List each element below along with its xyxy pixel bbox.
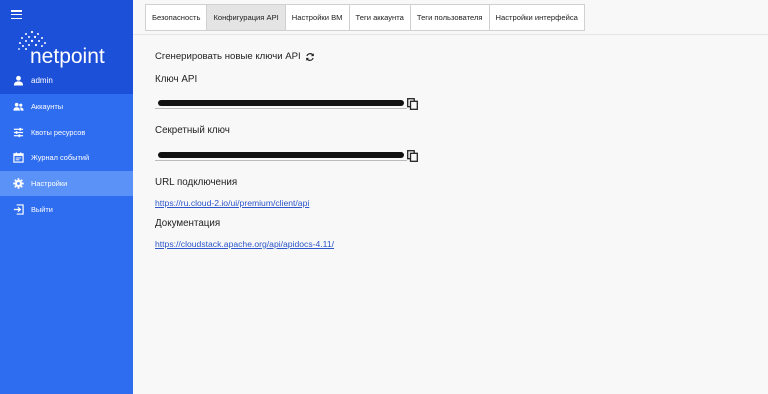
tab-vm-settings[interactable]: Настройки ВМ — [286, 5, 350, 30]
sidebar-item-logout[interactable]: Выйти — [0, 196, 133, 222]
user-name: admin — [31, 75, 53, 85]
sidebar-item-accounts[interactable]: Аккаунты — [0, 94, 133, 120]
tab-account-tags[interactable]: Теги аккаунта — [350, 5, 411, 30]
api-key-redaction — [158, 100, 404, 106]
svg-text:netpoint: netpoint — [30, 45, 105, 68]
users-icon — [13, 101, 24, 112]
menu-icon[interactable] — [11, 10, 22, 20]
copy-icon[interactable] — [407, 150, 418, 162]
sidebar-item-quotas[interactable]: Квоты ресурсов — [0, 120, 133, 146]
calendar-icon — [13, 152, 24, 164]
sidebar-item-settings[interactable]: Настройки — [0, 170, 133, 197]
sidebar-item-label: Настройки — [31, 179, 68, 189]
sidebar-nav: Аккаунты Квоты ресурсов Журнал событий Н… — [0, 94, 133, 222]
api-key-field[interactable] — [155, 98, 407, 109]
sidebar: netpoint admin Аккаунты Квоты ресурсов Ж… — [0, 0, 133, 394]
generate-keys-label: Сгенерировать новые ключи API — [155, 51, 301, 62]
refresh-icon — [305, 52, 314, 61]
sidebar-item-label: Аккаунты — [31, 102, 64, 112]
sidebar-item-label: Квоты ресурсов — [31, 127, 86, 137]
docs-link[interactable]: https://cloudstack.apache.org/api/apidoc… — [155, 239, 334, 249]
sidebar-item-events[interactable]: Журнал событий — [0, 145, 133, 171]
logout-icon — [13, 203, 24, 215]
copy-icon[interactable] — [407, 98, 418, 110]
sidebar-item-label: Выйти — [31, 204, 53, 214]
api-key-label: Ключ API — [155, 74, 198, 85]
api-url-link[interactable]: https://ru.cloud-2.io/ui/premium/client/… — [155, 198, 309, 208]
secret-key-redaction — [158, 152, 404, 158]
netpoint-logo: netpoint — [18, 30, 105, 68]
docs-label: Документация — [155, 218, 221, 229]
generate-keys-button[interactable]: Сгенерировать новые ключи API — [155, 51, 315, 62]
gear-icon — [13, 178, 24, 189]
user-icon — [13, 75, 24, 86]
header-divider — [133, 34, 768, 35]
sidebar-item-label: Журнал событий — [31, 153, 90, 163]
tab-interface-settings[interactable]: Настройки интерфейса — [490, 5, 584, 30]
tab-user-tags[interactable]: Теги пользователя — [411, 5, 490, 30]
tab-security[interactable]: Безопасность — [146, 5, 208, 30]
settings-tabs: Безопасность Конфигурация API Настройки … — [145, 4, 585, 31]
tab-api-config[interactable]: Конфигурация API — [207, 5, 286, 30]
secret-key-label: Секретный ключ — [155, 125, 230, 136]
url-label: URL подключения — [155, 177, 238, 188]
user-info[interactable]: admin — [13, 73, 53, 87]
secret-key-field[interactable] — [155, 150, 407, 161]
sliders-icon — [13, 127, 24, 138]
